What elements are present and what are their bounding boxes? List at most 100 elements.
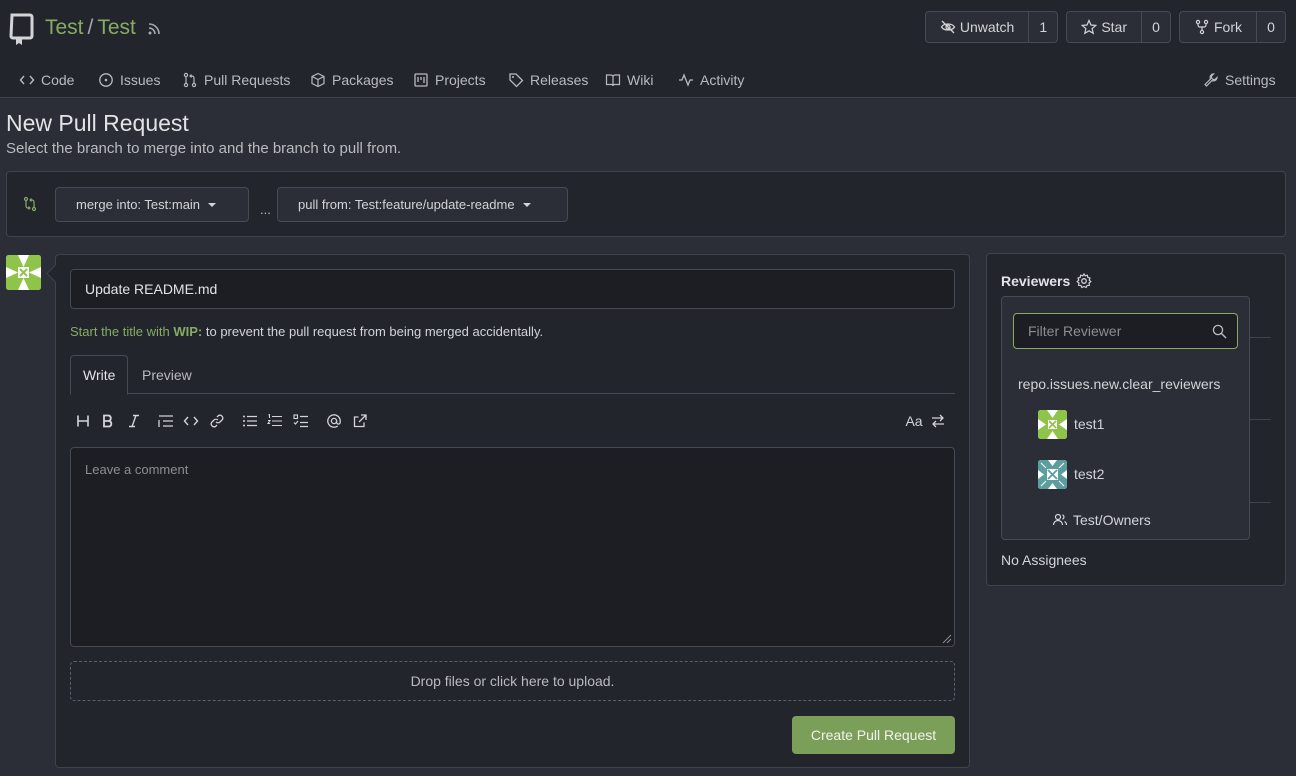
resize-handle-icon[interactable] [942, 634, 952, 644]
wip-keyword[interactable]: WIP: [173, 324, 202, 339]
pull-from-label: pull from: Test:feature/update-readme [298, 197, 515, 212]
ordered-list-icon[interactable] [265, 411, 285, 431]
repo-title: Test / Test [45, 16, 136, 40]
pull-request-form: Update README.md Start the title with WI… [55, 254, 970, 768]
star-button[interactable]: Star [1067, 12, 1142, 42]
create-pull-request-button[interactable]: Create Pull Request [792, 716, 955, 754]
tab-write[interactable]: Write [70, 355, 129, 395]
people-icon [1052, 512, 1068, 528]
fork-label: Fork [1214, 19, 1242, 35]
code-icon[interactable] [181, 411, 201, 431]
pull-request-icon [182, 72, 198, 88]
file-dropzone[interactable]: Drop files or click here to upload. [70, 661, 955, 701]
link-icon[interactable] [207, 411, 227, 431]
tab-issues-label: Issues [120, 72, 161, 88]
wip-hint-suffix: to prevent the pull request from being m… [205, 324, 544, 339]
fork-count[interactable]: 0 [1257, 12, 1285, 42]
wip-hint-prefix: Start the title with [70, 324, 170, 339]
sidebar-divider [1249, 502, 1271, 503]
no-assignees-text: No Assignees [1001, 552, 1087, 568]
unordered-list-icon[interactable] [240, 411, 260, 431]
comment-placeholder: Leave a comment [85, 462, 189, 477]
unwatch-button[interactable]: Unwatch [926, 12, 1030, 42]
project-icon [413, 72, 429, 88]
team-reviewer-item[interactable]: Test/Owners [1052, 512, 1151, 528]
watch-count[interactable]: 1 [1029, 12, 1057, 42]
tab-pull-requests-label: Pull Requests [204, 72, 291, 88]
rss-icon[interactable] [146, 21, 162, 37]
filter-reviewer-input[interactable]: Filter Reviewer [1013, 313, 1238, 349]
gear-icon[interactable] [1076, 273, 1093, 289]
tab-packages-label: Packages [332, 72, 394, 88]
search-icon [1212, 324, 1227, 339]
repo-action-buttons: Unwatch 1 Star 0 Fork 0 [924, 11, 1286, 43]
tab-wiki-label: Wiki [627, 72, 654, 88]
issue-icon [98, 72, 114, 88]
repo-owner-link[interactable]: Test [45, 16, 84, 40]
star-button-group: Star 0 [1066, 11, 1171, 43]
bold-icon[interactable] [98, 411, 118, 431]
tab-settings[interactable]: Settings [1203, 62, 1276, 98]
book-icon [605, 72, 621, 88]
tab-releases-label: Releases [530, 72, 589, 88]
tab-preview[interactable]: Preview [130, 355, 204, 394]
reviewer-item-test2[interactable]: test2 [1038, 459, 1104, 489]
task-list-icon[interactable] [291, 411, 311, 431]
avatar [1038, 459, 1067, 489]
clear-reviewers-item[interactable]: repo.issues.new.clear_reviewers [1018, 376, 1220, 392]
title-input[interactable]: Update README.md [70, 269, 955, 309]
caret-down-icon [522, 202, 531, 207]
sidebar-divider [1249, 419, 1271, 420]
tab-releases[interactable]: Releases [508, 62, 588, 98]
star-count[interactable]: 0 [1142, 12, 1170, 42]
tab-activity-label: Activity [700, 72, 745, 88]
heading-icon[interactable] [73, 411, 93, 431]
fork-button[interactable]: Fork [1180, 12, 1257, 42]
sidebar-divider [1249, 337, 1271, 338]
tab-wiki[interactable]: Wiki [605, 62, 653, 98]
reviewer-name: test1 [1074, 416, 1105, 432]
cross-reference-icon[interactable] [350, 411, 370, 431]
switch-editor-icon[interactable] [928, 411, 948, 431]
tab-code[interactable]: Code [19, 62, 74, 98]
star-label: Star [1101, 19, 1127, 35]
package-icon [310, 72, 326, 88]
code-icon [19, 72, 35, 88]
comment-textarea[interactable]: Leave a comment [70, 447, 955, 647]
pull-from-dropdown[interactable]: pull from: Test:feature/update-readme [277, 187, 568, 222]
repo-icon [9, 12, 35, 46]
markdown-toolbar: Aa [70, 407, 955, 435]
repo-name-link[interactable]: Test [97, 16, 136, 40]
reviewer-dropdown-menu: Filter Reviewer repo.issues.new.clear_re… [1001, 296, 1250, 540]
tab-projects-label: Projects [435, 72, 486, 88]
tab-code-label: Code [41, 72, 75, 88]
tab-pull-requests[interactable]: Pull Requests [182, 62, 290, 98]
team-name: Test/Owners [1073, 512, 1151, 528]
repo-header: Test / Test Unwatch 1 Star 0 Fork 0 Code… [0, 0, 1296, 98]
monospace-toggle[interactable]: Aa [902, 411, 926, 431]
reviewers-header[interactable]: Reviewers [1001, 273, 1093, 289]
branch-separator: ... [260, 202, 271, 217]
tag-icon [508, 72, 524, 88]
tab-settings-label: Settings [1225, 72, 1276, 88]
filter-reviewer-placeholder: Filter Reviewer [1028, 323, 1122, 339]
fork-button-group: Fork 0 [1179, 11, 1286, 43]
eye-closed-icon [940, 19, 956, 35]
fork-icon [1194, 19, 1210, 35]
reviewers-label: Reviewers [1001, 273, 1071, 289]
star-icon [1081, 19, 1098, 35]
tab-activity[interactable]: Activity [678, 62, 744, 98]
tab-issues[interactable]: Issues [98, 62, 160, 98]
repo-title-separator: / [87, 16, 94, 39]
avatar[interactable] [6, 255, 41, 290]
italic-icon[interactable] [124, 411, 144, 431]
mention-icon[interactable] [324, 411, 344, 431]
caret-down-icon [208, 202, 217, 207]
merge-into-dropdown[interactable]: merge into: Test:main [55, 187, 249, 222]
unwatch-label: Unwatch [959, 19, 1015, 35]
reviewer-item-test1[interactable]: test1 [1038, 409, 1105, 439]
compare-icon [22, 196, 38, 212]
tab-packages[interactable]: Packages [310, 62, 393, 98]
quote-icon[interactable] [156, 411, 176, 431]
tab-projects[interactable]: Projects [413, 62, 486, 98]
